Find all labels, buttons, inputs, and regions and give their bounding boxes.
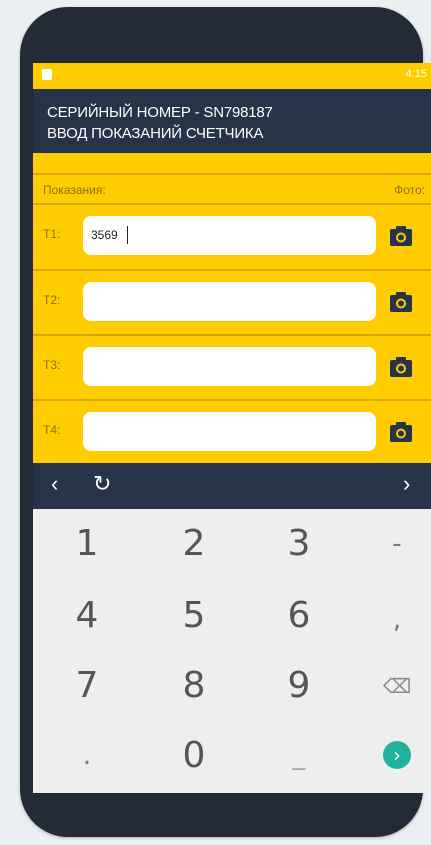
reading-input-t4[interactable] bbox=[83, 412, 376, 451]
reading-input-t2[interactable] bbox=[83, 282, 376, 321]
key-3[interactable]: 3 bbox=[249, 509, 349, 579]
key-0[interactable]: 0 bbox=[144, 721, 244, 791]
camera-icon[interactable] bbox=[389, 355, 413, 379]
key-5[interactable]: 5 bbox=[144, 581, 244, 651]
key-6[interactable]: 6 bbox=[249, 581, 349, 651]
serial-number-title: СЕРИЙНЫЙ НОМЕР - SN798187 bbox=[47, 104, 273, 121]
reading-row-t4: T4: bbox=[33, 400, 431, 464]
key-9[interactable]: 9 bbox=[249, 651, 349, 721]
reading-value-t1: 3569 bbox=[91, 228, 118, 242]
status-bar: 4:15 bbox=[33, 63, 431, 89]
next-button[interactable]: › bbox=[403, 471, 410, 497]
reading-label-t4: T4: bbox=[43, 423, 61, 437]
reading-label-t3: T3: bbox=[43, 358, 61, 372]
reading-label-t1: T1: bbox=[43, 227, 61, 241]
key-4[interactable]: 4 bbox=[37, 581, 137, 651]
reading-label-t2: T2: bbox=[43, 293, 61, 307]
app-bar: СЕРИЙНЫЙ НОМЕР - SN798187 ВВОД ПОКАЗАНИЙ… bbox=[33, 89, 431, 153]
key-2[interactable]: 2 bbox=[144, 509, 244, 579]
camera-icon[interactable] bbox=[389, 224, 413, 248]
reading-row-t1: T1: 3569 bbox=[33, 204, 431, 268]
notification-icon bbox=[42, 69, 52, 80]
reading-row-t2: T2: bbox=[33, 270, 431, 334]
text-caret bbox=[127, 226, 128, 244]
camera-icon[interactable] bbox=[389, 290, 413, 314]
key-1[interactable]: 1 bbox=[37, 509, 137, 579]
prev-button[interactable]: ‹ bbox=[51, 471, 58, 497]
go-icon: › bbox=[383, 741, 411, 769]
key-comma[interactable]: , bbox=[347, 585, 431, 655]
enter-button[interactable]: › bbox=[347, 721, 431, 791]
reading-input-t1[interactable]: 3569 bbox=[83, 216, 376, 255]
readings-label: Показания: bbox=[43, 183, 106, 197]
backspace-icon[interactable]: ⌫ bbox=[347, 651, 431, 721]
numeric-keyboard: 1 2 3 - 4 5 6 , 7 8 9 ⌫ . 0 _ › bbox=[33, 509, 431, 793]
key-dot[interactable]: . bbox=[37, 721, 137, 791]
bottom-nav-bar: ‹ ↻ › bbox=[33, 463, 431, 509]
readings-form: Показания: Фото: T1: 3569 T2: T3: T4: bbox=[33, 153, 431, 463]
camera-icon[interactable] bbox=[389, 420, 413, 444]
key-space[interactable]: _ bbox=[249, 721, 349, 791]
reading-input-t3[interactable] bbox=[83, 347, 376, 386]
go-arrow-icon: › bbox=[393, 743, 401, 767]
refresh-button[interactable]: ↻ bbox=[93, 471, 111, 497]
key-minus[interactable]: - bbox=[347, 509, 431, 579]
divider bbox=[33, 173, 431, 175]
key-7[interactable]: 7 bbox=[37, 651, 137, 721]
photo-label: Фото: bbox=[394, 183, 425, 197]
key-8[interactable]: 8 bbox=[144, 651, 244, 721]
status-time: 4:15 bbox=[405, 68, 427, 80]
screen-subtitle: ВВОД ПОКАЗАНИЙ СЧЕТЧИКА bbox=[47, 125, 264, 142]
reading-row-t3: T3: bbox=[33, 335, 431, 399]
app-screen: 4:15 СЕРИЙНЫЙ НОМЕР - SN798187 ВВОД ПОКА… bbox=[33, 63, 431, 793]
